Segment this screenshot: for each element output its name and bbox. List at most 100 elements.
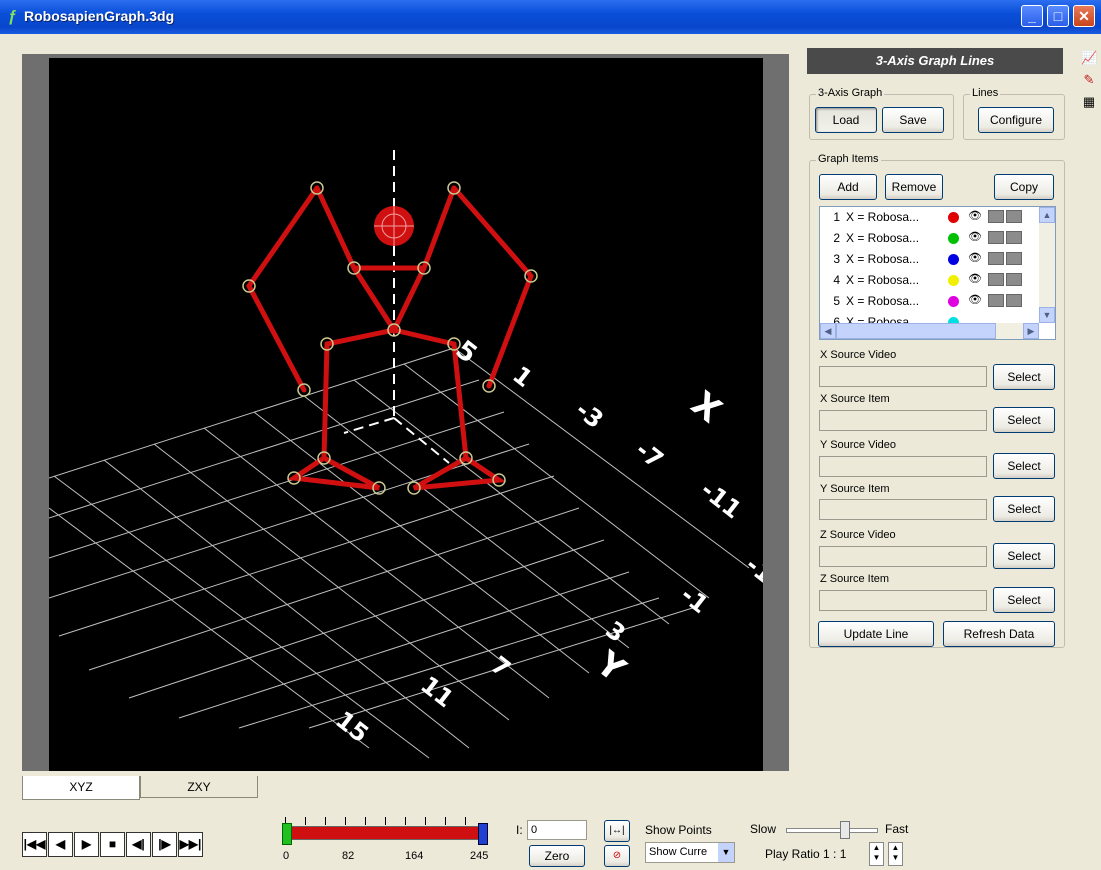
skip-to-end-button[interactable]: ▶▶|	[178, 832, 203, 857]
graph-canvas: 5 X Y 1 -3 -7 -11 -15 -1 3 7 11 15	[49, 150, 763, 759]
y-axis-label: Y	[588, 643, 633, 691]
x-source-item-label: X Source Item	[820, 393, 890, 405]
no-loop-icon[interactable]: ⊘	[604, 845, 630, 867]
y-tick-3: 11	[415, 671, 459, 714]
zero-button[interactable]: Zero	[529, 845, 585, 867]
color-dot-icon[interactable]	[948, 275, 959, 286]
app-icon: ƒ	[8, 8, 17, 25]
step-forward-button[interactable]: |▶	[152, 832, 177, 857]
select-y-video-button[interactable]: Select	[993, 453, 1055, 479]
x-axis-label: X	[683, 384, 728, 432]
list-item[interactable]: 6 X = Robosa...	[820, 312, 1038, 323]
option-icon[interactable]	[988, 231, 1004, 244]
x-source-video-field[interactable]	[819, 366, 987, 387]
list-horizontal-scrollbar[interactable]: ◀ ▶	[820, 323, 1039, 339]
z-source-video-field[interactable]	[819, 546, 987, 567]
color-dot-icon[interactable]	[948, 254, 959, 265]
timeline-start-handle[interactable]	[282, 823, 292, 845]
option-icon[interactable]	[1006, 252, 1022, 265]
option-icon[interactable]	[1006, 294, 1022, 307]
z-source-item-field[interactable]	[819, 590, 987, 611]
save-button[interactable]: Save	[882, 107, 944, 133]
step-back-button[interactable]: ◀|	[126, 832, 151, 857]
select-x-video-button[interactable]: Select	[993, 364, 1055, 390]
scroll-down-icon[interactable]: ▼	[1039, 307, 1055, 323]
x-source-item-field[interactable]	[819, 410, 987, 431]
option-icon[interactable]	[1006, 273, 1022, 286]
scroll-right-icon[interactable]: ▶	[1023, 323, 1039, 339]
eye-icon[interactable]: 👁	[968, 231, 984, 244]
tab-xyz[interactable]: XYZ	[22, 776, 140, 800]
line-tool-icon[interactable]: ✎	[1081, 72, 1097, 88]
select-z-item-button[interactable]: Select	[993, 587, 1055, 613]
graph-icon[interactable]: 📈	[1081, 50, 1097, 66]
list-item[interactable]: 2 X = Robosa... 👁	[820, 228, 1038, 249]
select-x-item-button[interactable]: Select	[993, 407, 1055, 433]
list-item[interactable]: 3 X = Robosa... 👁	[820, 249, 1038, 270]
option-icon[interactable]	[1006, 210, 1022, 223]
graph-items-list[interactable]: 1 X = Robosa... 👁 2 X = Robosa... 👁 3 X …	[819, 206, 1056, 340]
eye-icon[interactable]: 👁	[968, 294, 984, 307]
table-icon[interactable]: ▦	[1081, 94, 1097, 110]
minimize-button[interactable]: _	[1021, 5, 1043, 27]
color-dot-icon[interactable]	[948, 233, 959, 244]
show-points-select[interactable]: Show Curre ▼	[645, 842, 735, 863]
option-icon[interactable]	[988, 273, 1004, 286]
color-dot-icon[interactable]	[948, 296, 959, 307]
eye-icon[interactable]: 👁	[968, 210, 984, 223]
eye-icon[interactable]: 👁	[968, 252, 984, 265]
option-icon[interactable]	[1006, 231, 1022, 244]
dropdown-arrow-icon[interactable]: ▼	[718, 843, 734, 862]
frame-input[interactable]: 0	[527, 820, 587, 840]
play-button[interactable]: ▶	[74, 832, 99, 857]
floor-grid	[49, 347, 750, 759]
item-number: 4	[833, 273, 840, 287]
speed-slider-thumb[interactable]	[840, 821, 850, 839]
y-source-item-field[interactable]	[819, 499, 987, 520]
graph-view[interactable]: 5 X Y 1 -3 -7 -11 -15 -1 3 7 11 15	[49, 58, 763, 771]
ratio-stepper-left[interactable]: ▲ ▼	[869, 842, 884, 866]
item-number: 2	[833, 231, 840, 245]
select-y-item-button[interactable]: Select	[993, 496, 1055, 522]
tab-zxy[interactable]: ZXY	[140, 776, 258, 798]
ratio-stepper-right[interactable]: ▲ ▼	[888, 842, 903, 866]
update-line-button[interactable]: Update Line	[818, 621, 934, 647]
eye-icon[interactable]: 👁	[968, 273, 984, 286]
color-dot-icon[interactable]	[948, 212, 959, 223]
list-item[interactable]: 4 X = Robosa... 👁	[820, 270, 1038, 291]
timeline-tick-label: 0	[283, 850, 290, 862]
timeline-slider[interactable]	[285, 826, 483, 840]
close-button[interactable]: ✕	[1073, 5, 1095, 27]
list-item[interactable]: 5 X = Robosa... 👁	[820, 291, 1038, 312]
panel-header: 3-Axis Graph Lines	[807, 48, 1063, 74]
option-icon[interactable]	[988, 252, 1004, 265]
load-button[interactable]: Load	[815, 107, 877, 133]
option-icon[interactable]	[988, 210, 1004, 223]
axis-lines	[343, 150, 450, 464]
skip-to-start-button[interactable]: |◀◀	[22, 832, 47, 857]
select-z-video-button[interactable]: Select	[993, 543, 1055, 569]
y-source-video-field[interactable]	[819, 456, 987, 477]
list-item[interactable]: 1 X = Robosa... 👁	[820, 207, 1038, 228]
configure-button[interactable]: Configure	[978, 107, 1054, 133]
list-vertical-scrollbar[interactable]: ▲ ▼	[1039, 207, 1055, 323]
maximize-button[interactable]: □	[1047, 5, 1069, 27]
x-tick-2: -7	[630, 436, 668, 474]
fast-label: Fast	[885, 822, 909, 836]
play-backward-button[interactable]: ◀	[48, 832, 73, 857]
timeline-end-handle[interactable]	[478, 823, 488, 845]
add-button[interactable]: Add	[819, 174, 877, 200]
scroll-thumb[interactable]	[836, 323, 996, 339]
scroll-left-icon[interactable]: ◀	[820, 323, 836, 339]
refresh-data-button[interactable]: Refresh Data	[943, 621, 1055, 647]
x-tick-0: 1	[507, 361, 537, 393]
option-icon[interactable]	[988, 294, 1004, 307]
stop-button[interactable]: ■	[100, 832, 125, 857]
copy-button[interactable]: Copy	[994, 174, 1054, 200]
speed-slider-track[interactable]	[786, 828, 878, 833]
timeline-tick-label: 245	[470, 850, 489, 862]
remove-button[interactable]: Remove	[885, 174, 943, 200]
show-points-label: Show Points	[645, 823, 712, 837]
fit-range-icon[interactable]: |↔|	[604, 820, 630, 842]
scroll-up-icon[interactable]: ▲	[1039, 207, 1055, 223]
